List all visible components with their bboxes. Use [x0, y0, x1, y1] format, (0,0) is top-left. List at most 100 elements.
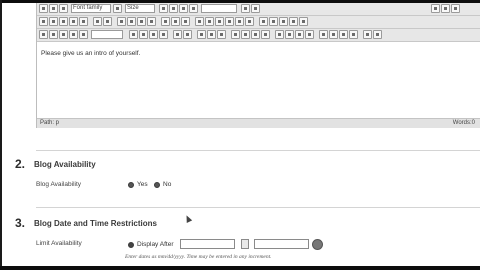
font-size-select[interactable]: Size: [125, 4, 155, 13]
hr-icon[interactable]: [299, 17, 308, 26]
spellcheck-icon[interactable]: [231, 30, 240, 39]
underline-icon[interactable]: [59, 4, 68, 13]
undo-2-icon[interactable]: [171, 17, 180, 26]
indent-icon[interactable]: [147, 17, 156, 26]
cite-icon[interactable]: [363, 30, 372, 39]
text-color-icon[interactable]: [259, 17, 268, 26]
row-props-icon[interactable]: [49, 30, 58, 39]
radio-no[interactable]: [154, 182, 160, 188]
page-break-icon[interactable]: [319, 30, 328, 39]
find-icon[interactable]: [93, 17, 102, 26]
table-icon[interactable]: [39, 30, 48, 39]
redo-icon[interactable]: [251, 4, 260, 13]
format-select[interactable]: [201, 4, 237, 13]
cut-icon[interactable]: [39, 17, 48, 26]
editor-path-label: Path: p: [40, 120, 60, 126]
help-icon[interactable]: [451, 4, 460, 13]
split-cells-icon[interactable]: [173, 30, 182, 39]
paste-text-icon[interactable]: [69, 17, 78, 26]
left-edge: [0, 0, 2, 270]
cell-props-icon[interactable]: [59, 30, 68, 39]
font-family-select[interactable]: Font family: [71, 4, 111, 13]
section-title-blog-availability: Blog Availability: [34, 160, 96, 169]
preview-icon[interactable]: [441, 4, 450, 13]
equation-icon[interactable]: [217, 30, 226, 39]
visual-aid-icon[interactable]: [295, 30, 304, 39]
special-char-icon[interactable]: [241, 30, 250, 39]
italic-icon[interactable]: [49, 4, 58, 13]
time-icon[interactable]: [261, 30, 270, 39]
emoticon-icon[interactable]: [197, 30, 206, 39]
display-after-date-input[interactable]: [180, 239, 235, 249]
absolute-icon[interactable]: [339, 30, 348, 39]
abbr-icon[interactable]: [373, 30, 382, 39]
bullet-list-icon[interactable]: [117, 17, 126, 26]
align-center-icon[interactable]: [169, 4, 178, 13]
numbered-list-icon[interactable]: [127, 17, 136, 26]
editor-toolbar-row-2: [37, 16, 480, 29]
outdent-icon[interactable]: [137, 17, 146, 26]
superscript-icon[interactable]: [289, 17, 298, 26]
style-props-icon[interactable]: [349, 30, 358, 39]
anchor-icon[interactable]: [215, 17, 224, 26]
fullscreen-icon[interactable]: [431, 4, 440, 13]
non-breaking-icon[interactable]: [305, 30, 314, 39]
dropdown-icon[interactable]: [113, 4, 122, 13]
display-after-label: Display After: [137, 241, 174, 248]
radio-no-label: No: [163, 181, 172, 188]
redo-2-icon[interactable]: [181, 17, 190, 26]
calendar-picker-icon[interactable]: [241, 239, 249, 249]
align-right-icon[interactable]: [179, 4, 188, 13]
insert-col-after-icon[interactable]: [149, 30, 158, 39]
align-left-icon[interactable]: [159, 4, 168, 13]
highlight-icon[interactable]: [269, 17, 278, 26]
delete-col-icon[interactable]: [159, 30, 168, 39]
editor-toolbar-row-1: Font family Size: [37, 3, 480, 16]
section-number: 2.: [15, 157, 26, 171]
display-after-checkbox[interactable]: [128, 242, 134, 248]
paste-icon[interactable]: [59, 17, 68, 26]
editor-status-bar: Path: p Words:0: [37, 118, 480, 128]
insert-col-before-icon[interactable]: [139, 30, 148, 39]
delete-row-icon[interactable]: [129, 30, 138, 39]
field-label-blog-availability: Blog Availability: [36, 181, 82, 188]
word-count-label: Words:0: [452, 120, 475, 126]
section-divider: [36, 207, 480, 208]
radio-yes[interactable]: [128, 182, 134, 188]
clock-icon[interactable]: [312, 239, 323, 250]
html-source-icon[interactable]: [245, 17, 254, 26]
media-icon[interactable]: [207, 30, 216, 39]
section-number: 3.: [15, 216, 26, 230]
copy-icon[interactable]: [49, 17, 58, 26]
bottom-letterbox: [0, 266, 480, 270]
mouse-cursor: [183, 214, 193, 223]
section-title-date-restrictions: Blog Date and Time Restrictions: [34, 219, 157, 228]
subscript-icon[interactable]: [279, 17, 288, 26]
insert-row-before-icon[interactable]: [69, 30, 78, 39]
bold-icon[interactable]: [39, 4, 48, 13]
undo-icon[interactable]: [241, 4, 250, 13]
date-icon[interactable]: [251, 30, 260, 39]
radio-yes-label: Yes: [137, 181, 148, 188]
replace-icon[interactable]: [103, 17, 112, 26]
field-label-limit-availability: Limit Availability: [36, 240, 82, 247]
ltr-icon[interactable]: [285, 30, 294, 39]
blockquote-icon[interactable]: [161, 17, 170, 26]
editor-toolbar-row-3: [37, 29, 480, 42]
link-icon[interactable]: [195, 17, 204, 26]
paste-word-icon[interactable]: [79, 17, 88, 26]
editor-content-area[interactable]: Please give us an intro of yourself.: [37, 42, 480, 118]
cleanup-icon[interactable]: [235, 17, 244, 26]
layer-icon[interactable]: [329, 30, 338, 39]
date-format-hint: Enter dates as mm/dd/yyyy. Time may be e…: [125, 254, 272, 260]
justify-icon[interactable]: [189, 4, 198, 13]
display-after-time-input[interactable]: [254, 239, 309, 249]
mashups-select[interactable]: [91, 30, 123, 39]
insert-row-after-icon[interactable]: [79, 30, 88, 39]
section-divider: [36, 150, 480, 151]
rtl-icon[interactable]: [275, 30, 284, 39]
image-icon[interactable]: [225, 17, 234, 26]
unlink-icon[interactable]: [205, 17, 214, 26]
rich-text-editor: Font family Size Please give us an intro…: [36, 3, 480, 128]
merge-cells-icon[interactable]: [183, 30, 192, 39]
